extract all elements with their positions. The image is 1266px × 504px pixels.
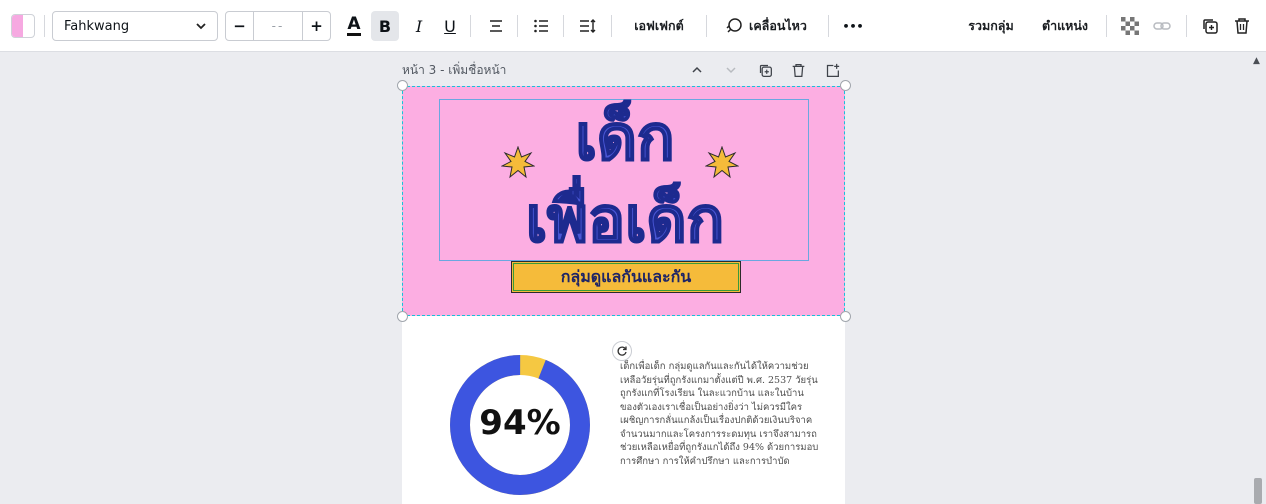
text-color-button[interactable]: A [340, 0, 368, 52]
font-family-dropdown[interactable]: Fahkwang [52, 11, 218, 41]
rotate-handle[interactable] [612, 341, 632, 361]
font-size-input[interactable]: -- [256, 12, 300, 40]
resize-handle-bottom-left[interactable] [397, 311, 408, 322]
scroll-thumb[interactable] [1254, 478, 1262, 504]
animate-button[interactable]: เคลื่อนไหว [716, 0, 816, 52]
transparency-button[interactable] [1116, 0, 1144, 52]
duplicate-icon [1203, 19, 1218, 34]
resize-handle-top-left[interactable] [397, 80, 408, 91]
text-toolbar: Fahkwang − -- + A B I U เอฟเฟกต์ เคลื่อน… [0, 0, 1266, 52]
subtitle-banner[interactable]: กลุ่มดูแลกันและกัน [511, 261, 741, 293]
page-title[interactable]: หน้า 3 - เพิ่มชื่อหน้า [402, 61, 506, 80]
font-size-stepper: − -- + [225, 11, 331, 41]
divider [706, 15, 707, 37]
divider [611, 15, 612, 37]
divider [828, 15, 829, 37]
delete-page-icon [792, 63, 804, 77]
duplicate-page-icon [759, 64, 772, 77]
align-center-button[interactable] [482, 0, 510, 52]
group-button[interactable]: รวมกลุ่ม [960, 0, 1022, 52]
body-paragraph[interactable]: เด็กเพื่อเด็ก กลุ่มดูแลกันและกันได้ให้คว… [620, 360, 820, 468]
divider [470, 15, 471, 37]
position-button[interactable]: ตำแหน่ง [1034, 0, 1096, 52]
link-icon [1153, 22, 1171, 30]
list-button[interactable] [527, 0, 555, 52]
trash-icon [1235, 18, 1249, 34]
resize-handle-bottom-right[interactable] [840, 311, 851, 322]
star-right-icon[interactable] [705, 146, 739, 180]
duplicate-page-button[interactable] [754, 60, 776, 80]
duplicate-button[interactable] [1196, 0, 1224, 52]
chevron-down-icon [726, 67, 736, 74]
more-options-button[interactable]: ••• [836, 0, 870, 52]
divider [517, 15, 518, 37]
add-page-button[interactable] [821, 60, 843, 80]
spacing-button[interactable] [574, 0, 602, 52]
chevron-up-icon [692, 66, 702, 73]
rotate-icon [617, 346, 627, 356]
link-button[interactable] [1148, 0, 1176, 52]
effects-button[interactable]: เอฟเฟกต์ [624, 0, 694, 52]
animate-label: เคลื่อนไหว [749, 18, 807, 33]
divider [563, 15, 564, 37]
star-left-icon[interactable] [501, 146, 535, 180]
bold-button[interactable]: B [371, 11, 399, 41]
font-family-value: Fahkwang [64, 18, 130, 34]
delete-button[interactable] [1228, 0, 1256, 52]
title-line-2[interactable]: เพื่อเด็ก [440, 180, 810, 260]
divider [1186, 15, 1187, 37]
animate-icon [726, 18, 742, 33]
divider [44, 15, 45, 37]
text-color-swatch[interactable] [11, 14, 35, 38]
delete-page-button[interactable] [787, 60, 809, 80]
italic-button[interactable]: I [405, 0, 433, 52]
increase-font-size-button[interactable]: + [302, 12, 330, 40]
spacing-icon [580, 19, 596, 33]
stat-percent-label: 94% [479, 403, 561, 443]
scroll-up-arrow-icon[interactable]: ▲ [1253, 56, 1260, 66]
list-icon [534, 19, 548, 33]
chevron-down-icon [196, 23, 206, 30]
decrease-font-size-button[interactable]: − [226, 12, 254, 40]
move-page-up-button[interactable] [686, 60, 708, 80]
title-line-1[interactable]: เด็ก [540, 98, 710, 178]
transparency-icon [1121, 17, 1139, 35]
align-center-icon [490, 20, 502, 32]
divider [1106, 15, 1107, 37]
text-color-icon: A [347, 14, 361, 36]
resize-handle-top-right[interactable] [840, 80, 851, 91]
vertical-scrollbar[interactable]: ▲ [1250, 52, 1266, 504]
underline-button[interactable]: U [436, 0, 464, 52]
add-page-icon [826, 63, 839, 77]
move-page-down-button[interactable] [720, 60, 742, 80]
